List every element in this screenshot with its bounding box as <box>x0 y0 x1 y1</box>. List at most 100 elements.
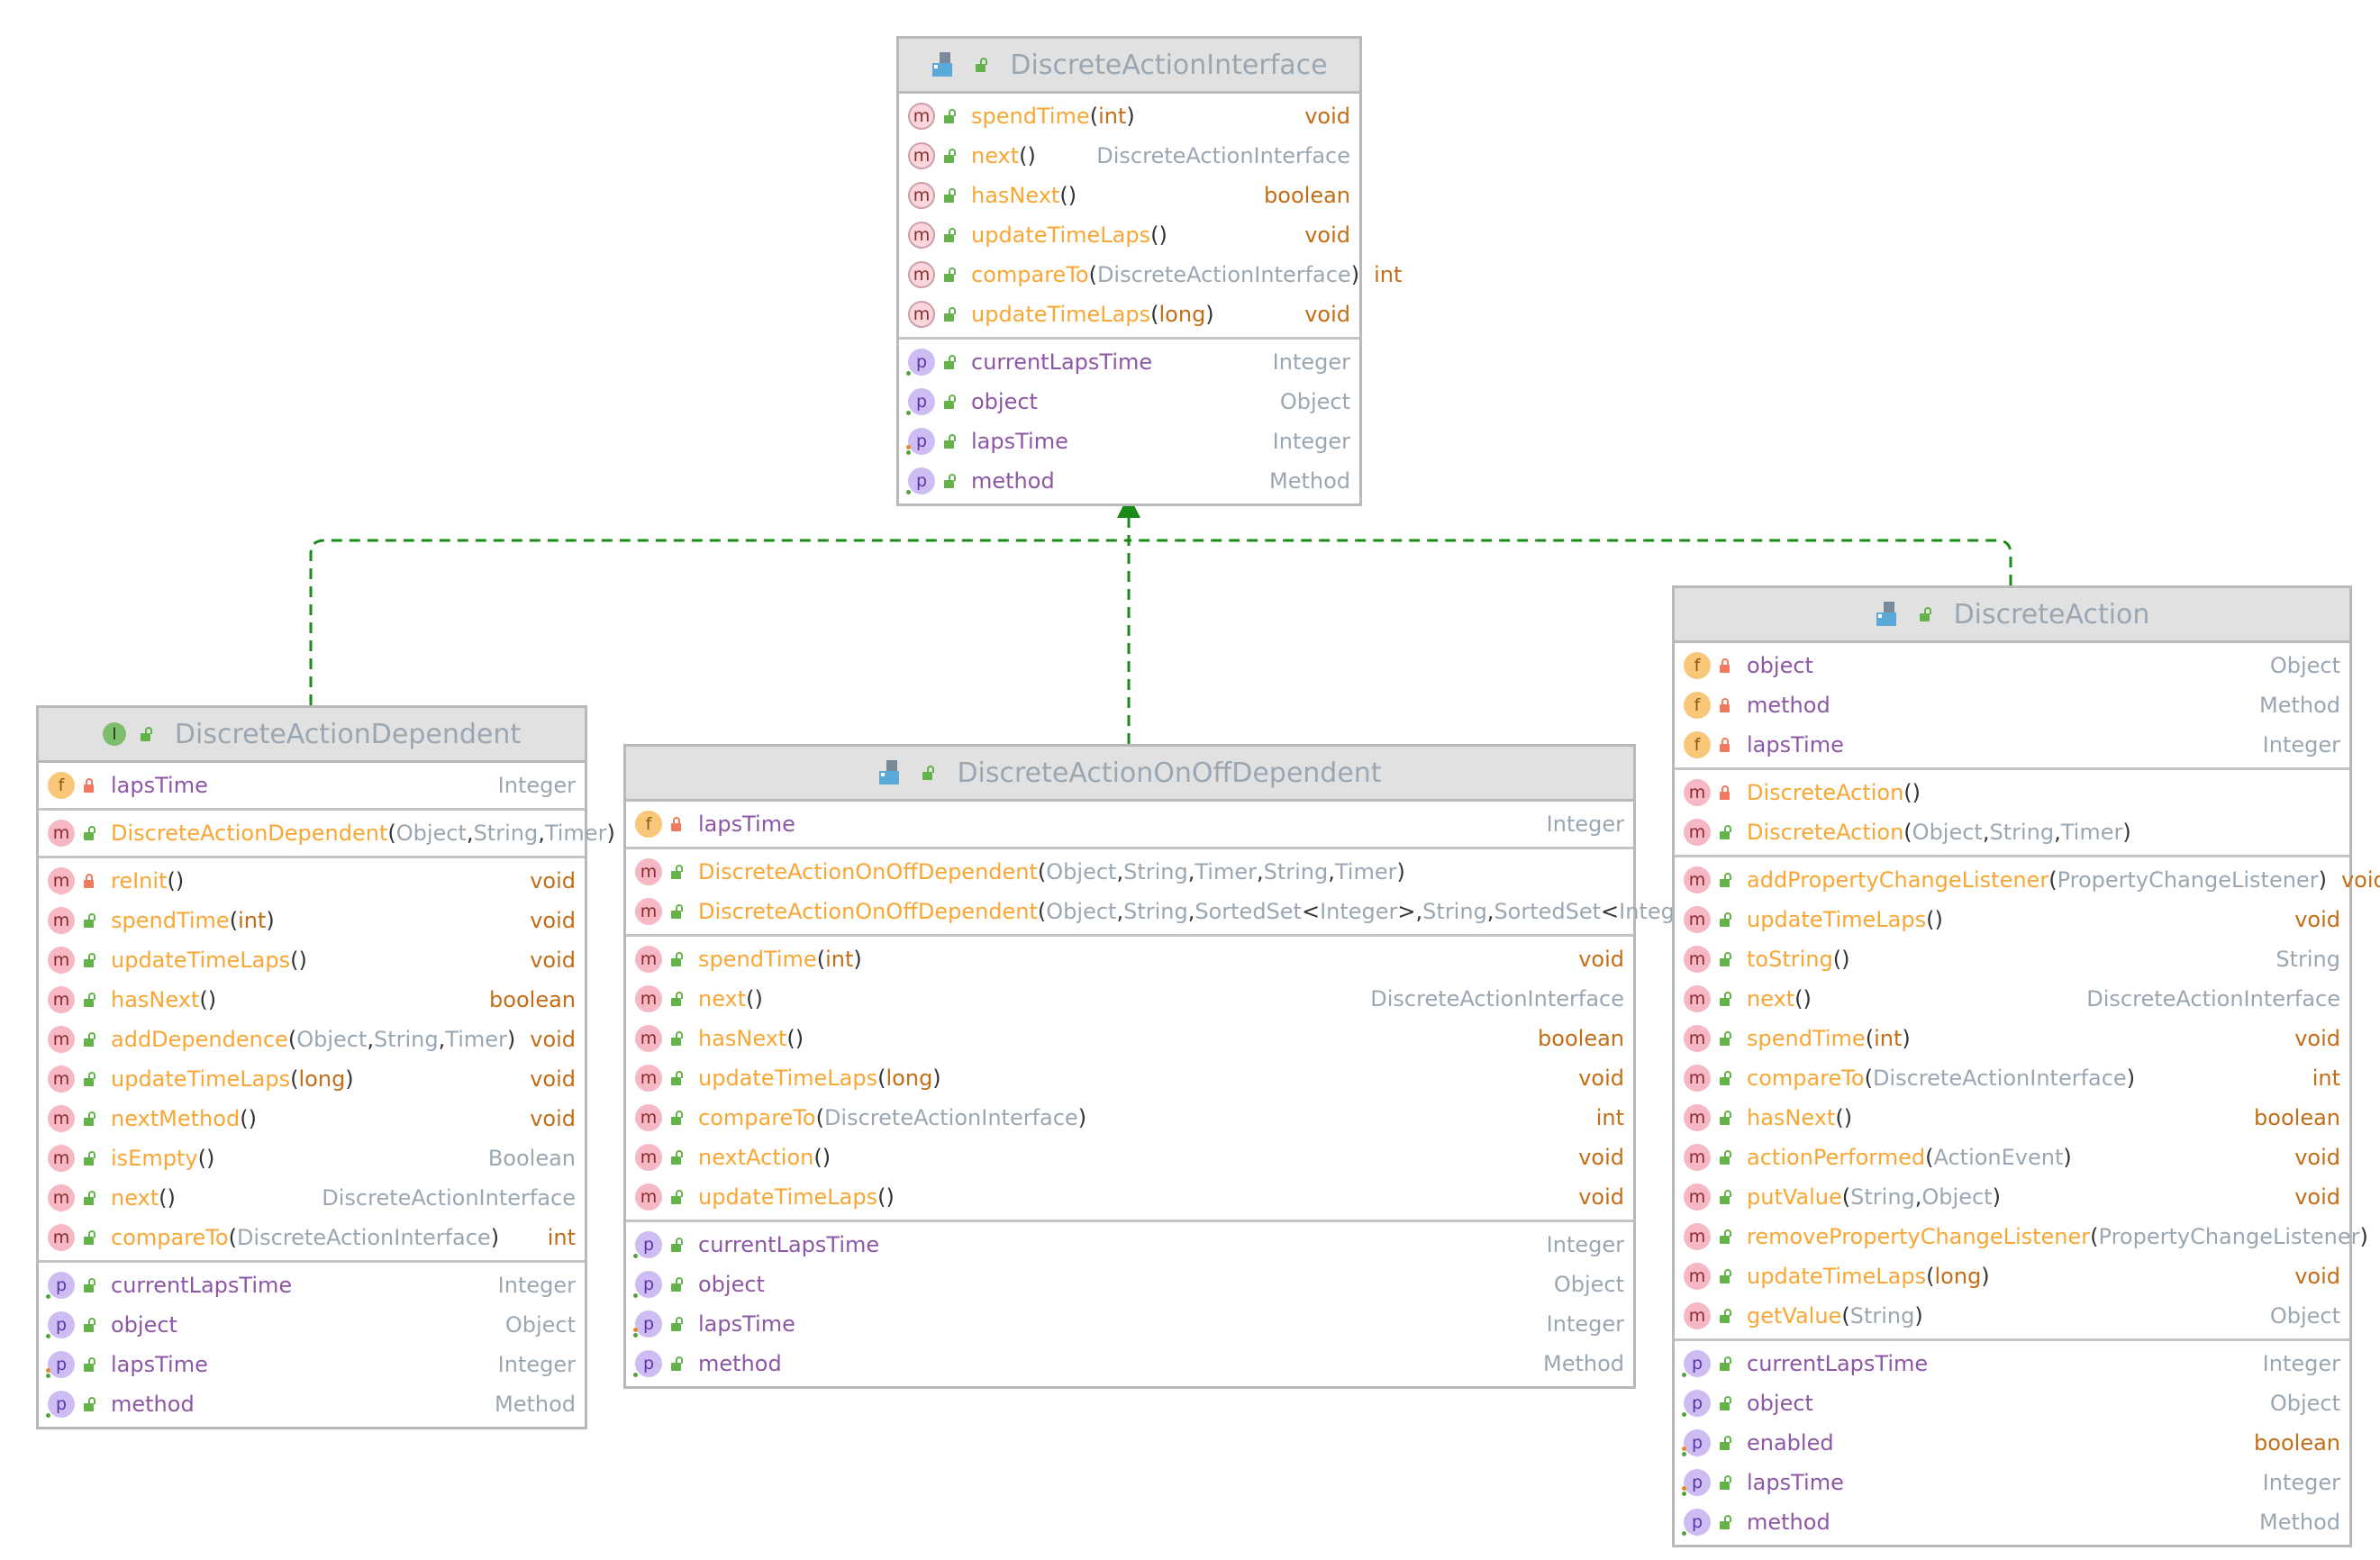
method-row[interactable]: m isEmpty() Boolean <box>39 1138 585 1178</box>
method-row[interactable]: m putValue(String, Object) void <box>1675 1177 2349 1217</box>
method-row[interactable]: m compareTo(DiscreteActionInterface) int <box>1675 1058 2349 1098</box>
method-row[interactable]: m DiscreteActionDependent(Object, String,… <box>39 813 615 853</box>
public-visibility-icon <box>671 1356 686 1371</box>
property-row[interactable]: p method Method <box>1675 1502 2349 1542</box>
class-discreteactioninterface[interactable]: DiscreteActionInterface m spendTime(int) vo… <box>896 36 1402 506</box>
public-visibility-icon <box>944 228 958 242</box>
class-discreteactiononoffdependent[interactable]: DiscreteActionOnOffDependent f lapsTime Int… <box>623 744 1723 1389</box>
method-row[interactable]: m nextAction() void <box>626 1138 1633 1177</box>
class-discreteaction[interactable]: DiscreteAction f object Object f method Method… <box>1672 585 2380 1547</box>
method-row[interactable]: m removePropertyChangeListener(PropertyCh… <box>1675 1217 2368 1256</box>
method-row[interactable]: m hasNext() boolean <box>1675 1098 2349 1138</box>
property-row[interactable]: p object Object <box>1675 1383 2349 1423</box>
return-type: void <box>530 908 576 933</box>
paren-open: ( <box>240 1106 249 1131</box>
property-row[interactable]: p lapsTime Integer <box>626 1304 1633 1344</box>
method-row[interactable]: m hasNext() boolean <box>39 980 585 1020</box>
method-row[interactable]: m compareTo(DiscreteActionInterface) int <box>899 255 1402 295</box>
property-row[interactable]: p lapsTime Integer <box>899 422 1359 461</box>
method-row[interactable]: m DiscreteActionOnOffDependent(Object, St… <box>626 892 1723 931</box>
method-row[interactable]: m updateTimeLaps(long) void <box>39 1059 585 1099</box>
paren-open: ( <box>813 1145 822 1170</box>
field-row[interactable]: f lapsTime Integer <box>626 804 1633 844</box>
field-row[interactable]: f lapsTime Integer <box>39 766 585 805</box>
method-row[interactable]: m actionPerformed(ActionEvent) void <box>1675 1138 2349 1177</box>
method-name: actionPerformed <box>1747 1145 1926 1170</box>
method-row[interactable]: m updateTimeLaps() void <box>1675 900 2349 939</box>
method-row[interactable]: m DiscreteAction(Object, String, Timer) <box>1675 812 2349 852</box>
param-type: String <box>473 821 539 846</box>
method-row[interactable]: m addDependence(Object, String, Timer) voi… <box>39 1020 585 1059</box>
method-name: addDependence <box>111 1027 288 1052</box>
class-discreteactiondependent[interactable]: I DiscreteActionDependent f lapsTime Integer… <box>36 705 615 1429</box>
method-icon: m <box>635 1065 662 1092</box>
method-row[interactable]: m addPropertyChangeListener(PropertyChang… <box>1675 860 2380 900</box>
setter-indicator-icon <box>46 1368 50 1373</box>
public-visibility-icon <box>671 1317 686 1331</box>
property-row[interactable]: p currentLapsTime Integer <box>899 342 1359 382</box>
public-visibility-icon <box>84 826 98 840</box>
abstract-method-icon: m <box>908 182 935 209</box>
method-row[interactable]: m spendTime(int) void <box>626 939 1633 979</box>
property-row[interactable]: p object Object <box>626 1265 1633 1304</box>
property-row[interactable]: p enabled boolean <box>1675 1423 2349 1463</box>
method-row[interactable]: m DiscreteActionOnOffDependent(Object, St… <box>626 852 1633 892</box>
method-row[interactable]: m spendTime(int) void <box>39 901 585 940</box>
method-row[interactable]: m next() DiscreteActionInterface <box>39 1178 585 1218</box>
method-name: updateTimeLaps <box>971 302 1151 327</box>
method-row[interactable]: m compareTo(DiscreteActionInterface) int <box>39 1218 585 1257</box>
property-row[interactable]: p method Method <box>626 1344 1633 1383</box>
property-row[interactable]: p lapsTime Integer <box>1675 1463 2349 1502</box>
method-row[interactable]: m hasNext() boolean <box>626 1019 1633 1058</box>
method-row[interactable]: m updateTimeLaps(long) void <box>899 295 1359 334</box>
property-row[interactable]: p method Method <box>899 461 1359 501</box>
property-row[interactable]: p object Object <box>899 382 1359 422</box>
property-row[interactable]: p currentLapsTime Integer <box>1675 1344 2349 1383</box>
field-row[interactable]: f method Method <box>1675 685 2349 725</box>
method-row[interactable]: m updateTimeLaps(long) void <box>626 1058 1633 1098</box>
return-type: Method <box>2258 1510 2340 1535</box>
method-row[interactable]: m toString() String <box>1675 939 2349 979</box>
method-row[interactable]: m hasNext() boolean <box>899 176 1359 215</box>
param-type: String <box>1123 899 1188 924</box>
method-row[interactable]: m spendTime(int) void <box>1675 1019 2349 1058</box>
public-visibility-icon <box>944 434 958 449</box>
method-row[interactable]: m nextMethod() void <box>39 1099 585 1138</box>
method-row[interactable]: m compareTo(DiscreteActionInterface) int <box>626 1098 1633 1138</box>
paren-close: ) <box>167 1185 176 1211</box>
member-section: m DiscreteActionDependent(Object, String,… <box>39 811 615 858</box>
property-row[interactable]: p currentLapsTime Integer <box>626 1225 1633 1265</box>
method-row[interactable]: m spendTime(int) void <box>899 96 1359 136</box>
method-row[interactable]: m DiscreteAction() <box>1675 773 2349 812</box>
method-row[interactable]: m next() DiscreteActionInterface <box>626 979 1633 1019</box>
property-row[interactable]: p lapsTime Integer <box>39 1345 585 1384</box>
method-row[interactable]: m updateTimeLaps() void <box>39 940 585 980</box>
method-row[interactable]: m updateTimeLaps(long) void <box>1675 1256 2349 1296</box>
public-visibility-icon <box>1720 1515 1734 1529</box>
paren-close: ) <box>2359 1224 2368 1249</box>
field-row[interactable]: f object Object <box>1675 646 2349 685</box>
method-icon: m <box>635 985 662 1012</box>
method-row[interactable]: m updateTimeLaps() void <box>626 1177 1633 1217</box>
paren-open: ( <box>1150 302 1159 327</box>
method-row[interactable]: m updateTimeLaps() void <box>899 215 1359 255</box>
public-visibility-icon <box>671 1277 686 1292</box>
param-type: int <box>238 908 267 933</box>
property-icon: p <box>906 388 935 415</box>
paren-open: ( <box>1864 1066 1873 1091</box>
return-type: Object <box>2269 1391 2340 1416</box>
property-icon: p <box>633 1271 662 1298</box>
property-row[interactable]: p method Method <box>39 1384 585 1424</box>
method-icon: m <box>635 858 662 885</box>
method-row[interactable]: m reInit() void <box>39 861 585 901</box>
field-row[interactable]: f lapsTime Integer <box>1675 725 2349 765</box>
property-row[interactable]: p currentLapsTime Integer <box>39 1265 585 1305</box>
method-row[interactable]: m next() DiscreteActionInterface <box>899 136 1359 176</box>
method-row[interactable]: m getValue(String) Object <box>1675 1296 2349 1336</box>
method-name: DiscreteAction <box>1747 820 1904 845</box>
method-icon: m <box>1684 985 1711 1012</box>
property-row[interactable]: p object Object <box>39 1305 585 1345</box>
return-type: boolean <box>489 987 576 1012</box>
public-visibility-icon <box>671 904 686 919</box>
method-row[interactable]: m next() DiscreteActionInterface <box>1675 979 2349 1019</box>
